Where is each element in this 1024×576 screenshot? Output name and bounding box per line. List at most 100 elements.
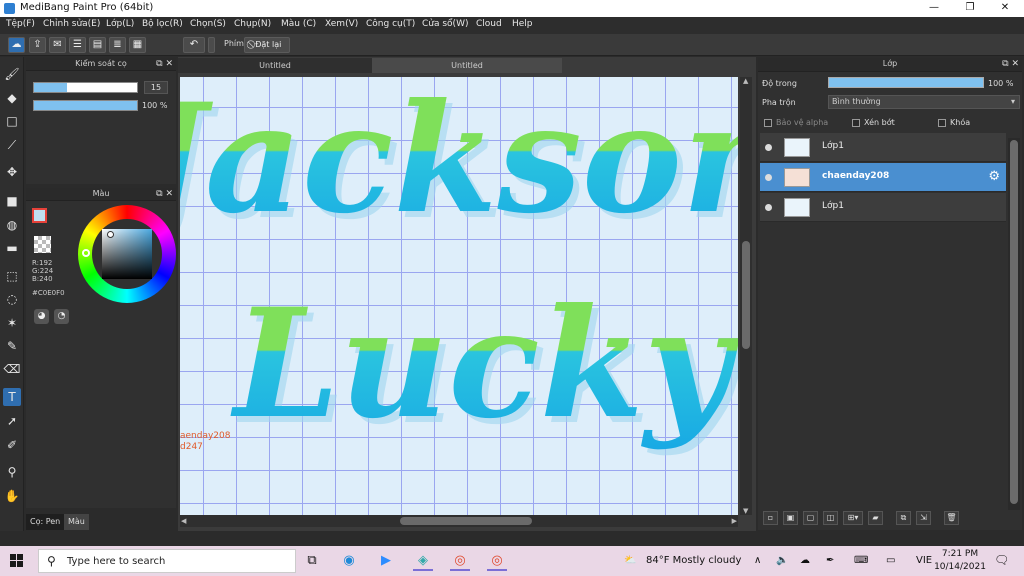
- move-tool-icon[interactable]: ✥: [3, 163, 21, 181]
- dropper-tool-icon[interactable]: ✐: [3, 436, 21, 454]
- layer-scrollbar[interactable]: [1008, 138, 1020, 510]
- transparent-color-swatch[interactable]: [34, 236, 51, 253]
- menu-filter[interactable]: Bộ lọc(R): [142, 19, 183, 29]
- operation-tool-icon[interactable]: ➚: [3, 412, 21, 430]
- cloud-sync-icon[interactable]: ☁: [800, 555, 810, 566]
- blend-mode-select[interactable]: Bình thường ▾: [828, 95, 1020, 109]
- canvas-vertical-scrollbar[interactable]: ▲ ▼: [740, 77, 752, 515]
- line-tool-icon[interactable]: ⟋: [3, 136, 21, 154]
- folder-icon[interactable]: ▰: [868, 511, 883, 525]
- duplicate-layer-icon[interactable]: ⧉: [896, 511, 911, 525]
- chevron-up-icon[interactable]: ∧: [754, 555, 761, 566]
- bucket-tool-icon[interactable]: ◍: [3, 216, 21, 234]
- tab-brush[interactable]: Cọ: Pen: [26, 514, 65, 530]
- weather-text[interactable]: 84°F Mostly cloudy: [646, 555, 741, 566]
- keyboard-icon[interactable]: ⌨: [854, 555, 868, 566]
- taskbar-search[interactable]: ⚲ Type here to search: [38, 549, 296, 573]
- horizontal-scroll-thumb[interactable]: [400, 517, 532, 525]
- visibility-icon[interactable]: [765, 174, 772, 181]
- task-view-icon[interactable]: ⧉: [302, 551, 322, 571]
- chrome-icon-2[interactable]: ◎: [487, 551, 507, 571]
- chat-icon[interactable]: ☰: [69, 37, 86, 53]
- clock[interactable]: 7:21 PM 10/14/2021: [932, 548, 988, 574]
- close-button[interactable]: ✕: [988, 0, 1022, 17]
- scroll-left-icon[interactable]: ◀: [181, 517, 186, 525]
- select-eraser-tool-icon[interactable]: ⌫: [3, 360, 21, 378]
- scroll-up-icon[interactable]: ▲: [743, 77, 748, 85]
- brush-tool-icon[interactable]: 🖌: [3, 65, 21, 83]
- document-tab[interactable]: Untitled: [178, 58, 372, 73]
- menu-color[interactable]: Màu (C): [281, 19, 316, 29]
- document-icon[interactable]: ▤: [89, 37, 106, 53]
- layer-scroll-thumb[interactable]: [1010, 140, 1018, 504]
- new-layer-icon[interactable]: ▫: [763, 511, 778, 525]
- grid-icon[interactable]: ▦: [129, 37, 146, 53]
- color-wheel[interactable]: [78, 205, 176, 303]
- select-tool-icon[interactable]: ⬚: [3, 267, 21, 285]
- eraser-tool-icon[interactable]: ◆: [3, 89, 21, 107]
- fill-shape-tool-icon[interactable]: ■: [3, 192, 21, 210]
- palette-add-icon[interactable]: ◔: [54, 309, 69, 324]
- foreground-color-swatch[interactable]: [32, 208, 47, 223]
- layer-opacity-slider[interactable]: [828, 77, 984, 88]
- gear-icon[interactable]: ⚙: [988, 169, 1000, 184]
- hue-knob[interactable]: [82, 249, 90, 257]
- tab-color[interactable]: Màu: [64, 514, 89, 530]
- list-icon[interactable]: ≣: [109, 37, 126, 53]
- panel-buttons[interactable]: ⧉ ✕: [156, 188, 173, 200]
- select-pen-tool-icon[interactable]: ✎: [3, 337, 21, 355]
- chrome-icon[interactable]: ◎: [450, 551, 470, 571]
- trash-icon[interactable]: 🗑: [944, 511, 959, 525]
- new-halftone-layer-icon[interactable]: ▣: [783, 511, 798, 525]
- menu-window[interactable]: Cửa sổ(W): [422, 19, 468, 29]
- share-icon[interactable]: ⇪: [29, 37, 46, 53]
- layer-row[interactable]: Lớp1: [760, 193, 1006, 222]
- menu-help[interactable]: Help: [512, 19, 533, 29]
- palette-icon[interactable]: ◕: [34, 309, 49, 324]
- hand-tool-icon[interactable]: ✋: [3, 487, 21, 505]
- windows-start-icon[interactable]: [10, 554, 24, 568]
- reset-button[interactable]: ⃠ Đặt lại: [244, 37, 290, 53]
- maximize-button[interactable]: ❐: [953, 0, 987, 17]
- zoom-app-icon[interactable]: ▶: [376, 551, 396, 571]
- brush-opacity-slider[interactable]: [33, 100, 138, 111]
- menu-capture[interactable]: Chụp(N): [234, 19, 271, 29]
- scroll-right-icon[interactable]: ▶: [732, 517, 737, 525]
- notification-icon[interactable]: 🗨: [994, 553, 1009, 567]
- weather-icon[interactable]: ⛅: [624, 555, 636, 566]
- menu-file[interactable]: Tệp(F): [6, 19, 35, 29]
- menu-layer[interactable]: Lớp(L): [106, 19, 134, 29]
- panel-buttons[interactable]: ⧉ ✕: [1002, 58, 1019, 70]
- lock-checkbox[interactable]: [938, 119, 946, 127]
- visibility-icon[interactable]: [765, 204, 772, 211]
- minimize-button[interactable]: —: [917, 0, 951, 17]
- cloud-icon[interactable]: ☁: [8, 37, 25, 53]
- speaker-icon[interactable]: 🔈: [776, 555, 788, 566]
- layer-row[interactable]: Lớp1: [760, 133, 1006, 162]
- rectangle-tool-icon[interactable]: □: [3, 112, 21, 130]
- menu-tools[interactable]: Công cụ(T): [366, 19, 415, 29]
- vertical-scroll-thumb[interactable]: [742, 241, 750, 349]
- document-tab-active[interactable]: Untitled: [372, 58, 562, 73]
- magic-wand-tool-icon[interactable]: ✶: [3, 314, 21, 332]
- clipping-checkbox[interactable]: [852, 119, 860, 127]
- new-8bit-layer-icon[interactable]: ◫: [823, 511, 838, 525]
- new-color-layer-icon[interactable]: ▢: [803, 511, 818, 525]
- menu-select[interactable]: Chọn(S): [190, 19, 226, 29]
- medibang-app-icon[interactable]: ◈: [413, 551, 433, 571]
- pen-icon[interactable]: ✒: [826, 555, 834, 566]
- comment-icon[interactable]: ✉: [49, 37, 66, 53]
- layer-row-selected[interactable]: chaenday208 ⚙: [760, 163, 1006, 192]
- menu-cloud[interactable]: Cloud: [476, 19, 502, 29]
- add-layer-menu-icon[interactable]: ⊞▾: [843, 511, 863, 525]
- saturation-knob[interactable]: [107, 231, 114, 238]
- gradient-tool-icon[interactable]: ▬: [3, 239, 21, 257]
- text-tool-icon[interactable]: T: [3, 388, 21, 406]
- scroll-down-icon[interactable]: ▼: [743, 507, 748, 515]
- brush-size-slider[interactable]: [33, 82, 138, 93]
- lasso-tool-icon[interactable]: ◌: [3, 290, 21, 308]
- canvas-horizontal-scrollbar[interactable]: ◀ ▶: [180, 515, 738, 527]
- language-indicator[interactable]: VIE: [916, 555, 932, 566]
- eyedropper-tool-icon[interactable]: ⚲: [3, 463, 21, 481]
- drawing-canvas[interactable]: Jackson Jackson Lucky Lucky aenday208 d2…: [180, 77, 738, 515]
